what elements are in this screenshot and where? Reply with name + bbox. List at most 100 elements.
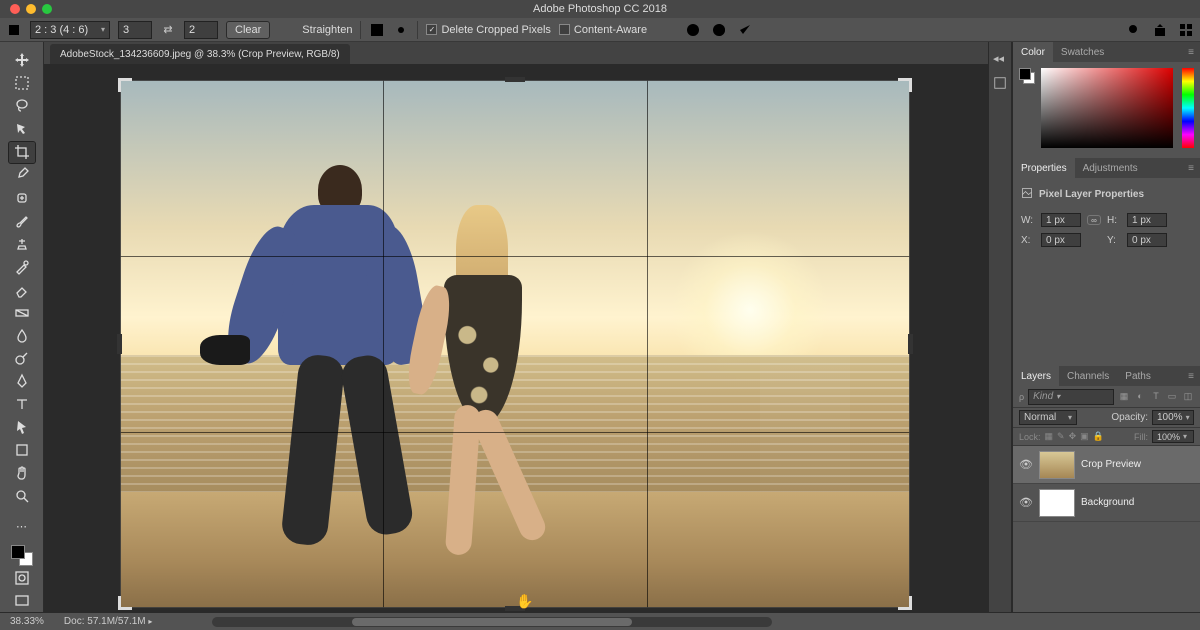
color-swatch-icon[interactable] bbox=[1019, 68, 1035, 84]
horizontal-scrollbar[interactable] bbox=[212, 617, 772, 627]
eraser-tool[interactable] bbox=[9, 279, 35, 300]
clear-button[interactable]: Clear bbox=[226, 21, 270, 39]
image-content bbox=[120, 80, 910, 608]
content-aware-checkbox[interactable]: Content-Aware bbox=[559, 24, 647, 36]
panel-menu-icon[interactable]: ≡ bbox=[1188, 163, 1200, 174]
path-select-tool[interactable] bbox=[9, 417, 35, 438]
crop-width-input[interactable] bbox=[118, 21, 152, 39]
pen-tool[interactable] bbox=[9, 371, 35, 392]
doc-info[interactable]: Doc: 57.1M/57.1M ▸ bbox=[64, 616, 153, 627]
lock-trans-icon[interactable]: ▦ bbox=[1045, 431, 1054, 442]
crop-tool[interactable] bbox=[9, 142, 35, 163]
tab-color[interactable]: Color bbox=[1013, 42, 1053, 62]
y-value[interactable]: 0 px bbox=[1127, 233, 1167, 247]
zoom-level[interactable]: 38.33% bbox=[10, 616, 44, 627]
delete-cropped-checkbox[interactable]: Delete Cropped Pixels bbox=[426, 24, 550, 36]
tab-properties[interactable]: Properties bbox=[1013, 158, 1075, 178]
x-value[interactable]: 0 px bbox=[1041, 233, 1081, 247]
layer-filter-kind[interactable]: Kind bbox=[1028, 389, 1114, 405]
blur-tool[interactable] bbox=[9, 325, 35, 346]
lock-artboard-icon[interactable]: ▣ bbox=[1080, 431, 1089, 442]
brush-tool[interactable] bbox=[9, 210, 35, 231]
filter-pixel-icon[interactable]: ▦ bbox=[1118, 391, 1130, 402]
layer-name: Background bbox=[1081, 497, 1134, 508]
h-value[interactable]: 1 px bbox=[1127, 213, 1167, 227]
tab-swatches[interactable]: Swatches bbox=[1053, 42, 1112, 62]
lasso-tool[interactable] bbox=[9, 96, 35, 117]
color-field[interactable] bbox=[1041, 68, 1173, 148]
zoom-tool[interactable] bbox=[9, 486, 35, 507]
edit-toolbar-icon[interactable]: ⋯ bbox=[9, 516, 35, 537]
crop-tool-preset-icon[interactable] bbox=[6, 22, 22, 38]
swap-dimensions-icon[interactable]: ⇄ bbox=[160, 22, 176, 38]
crop-frame[interactable] bbox=[120, 80, 910, 608]
quick-mask-icon[interactable] bbox=[9, 568, 35, 589]
layer-item[interactable]: 👁 Background bbox=[1013, 484, 1200, 522]
tab-layers[interactable]: Layers bbox=[1013, 366, 1059, 386]
clone-stamp-tool[interactable] bbox=[9, 233, 35, 254]
crop-grid-line bbox=[647, 80, 648, 608]
collapse-panels-icon[interactable]: ◂◂ bbox=[993, 52, 1007, 66]
crop-handle-left[interactable] bbox=[117, 334, 122, 354]
commit-crop-icon[interactable] bbox=[737, 22, 753, 38]
cancel-crop-icon[interactable] bbox=[711, 22, 727, 38]
tab-paths[interactable]: Paths bbox=[1117, 366, 1159, 386]
move-tool[interactable] bbox=[9, 50, 35, 71]
filter-smart-icon[interactable]: ◫ bbox=[1182, 391, 1194, 402]
history-brush-tool[interactable] bbox=[9, 256, 35, 277]
crop-height-input[interactable] bbox=[184, 21, 218, 39]
gradient-tool[interactable] bbox=[9, 302, 35, 323]
crop-options-gear-icon[interactable] bbox=[393, 22, 409, 38]
status-bar: 38.33% Doc: 57.1M/57.1M ▸ bbox=[0, 612, 1200, 630]
crop-handle-bl[interactable] bbox=[118, 596, 132, 610]
marquee-tool[interactable] bbox=[9, 73, 35, 94]
crop-handle-tr[interactable] bbox=[898, 78, 912, 92]
screen-mode-icon[interactable] bbox=[9, 591, 35, 612]
workspace-icon[interactable] bbox=[1178, 22, 1194, 38]
hue-slider[interactable] bbox=[1182, 68, 1194, 148]
quick-select-tool[interactable] bbox=[9, 119, 35, 140]
type-tool[interactable] bbox=[9, 394, 35, 415]
tab-channels[interactable]: Channels bbox=[1059, 366, 1117, 386]
crop-handle-br[interactable] bbox=[898, 596, 912, 610]
panel-menu-icon[interactable]: ≡ bbox=[1188, 47, 1200, 58]
foreground-background-swatch[interactable] bbox=[11, 545, 33, 566]
panel-menu-icon[interactable]: ≡ bbox=[1188, 371, 1200, 382]
search-icon[interactable] bbox=[1126, 22, 1142, 38]
crop-handle-tl[interactable] bbox=[118, 78, 132, 92]
visibility-eye-icon[interactable]: 👁 bbox=[1019, 458, 1033, 472]
canvas[interactable]: ✋ bbox=[44, 64, 988, 612]
visibility-eye-icon[interactable]: 👁 bbox=[1019, 496, 1033, 510]
filter-adjust-icon[interactable]: ◐ bbox=[1134, 391, 1146, 402]
close-window-button[interactable] bbox=[10, 4, 20, 14]
tab-adjustments[interactable]: Adjustments bbox=[1075, 158, 1146, 178]
dodge-tool[interactable] bbox=[9, 348, 35, 369]
eyedropper-tool[interactable] bbox=[9, 165, 35, 186]
lock-image-icon[interactable]: ✎ bbox=[1057, 431, 1065, 442]
w-value[interactable]: 1 px bbox=[1041, 213, 1081, 227]
history-panel-icon[interactable] bbox=[993, 76, 1007, 90]
straighten-icon[interactable] bbox=[278, 22, 294, 38]
lock-pos-icon[interactable]: ✥ bbox=[1069, 431, 1077, 442]
crop-handle-top[interactable] bbox=[505, 77, 525, 82]
crop-handle-right[interactable] bbox=[908, 334, 913, 354]
minimize-window-button[interactable] bbox=[26, 4, 36, 14]
healing-brush-tool[interactable] bbox=[9, 188, 35, 209]
filter-shape-icon[interactable]: ▭ bbox=[1166, 391, 1178, 402]
document-tab[interactable]: AdobeStock_134236609.jpeg @ 38.3% (Crop … bbox=[50, 44, 350, 64]
filter-type-icon[interactable]: T bbox=[1150, 391, 1162, 402]
overlay-options-icon[interactable] bbox=[369, 22, 385, 38]
fill-input[interactable]: 100% bbox=[1152, 430, 1194, 443]
opacity-input[interactable]: 100% bbox=[1152, 410, 1194, 425]
blend-mode-dropdown[interactable]: Normal bbox=[1019, 410, 1077, 425]
ratio-preset-dropdown[interactable]: 2 : 3 (4 : 6) bbox=[30, 21, 110, 39]
properties-title: Pixel Layer Properties bbox=[1039, 189, 1144, 200]
link-wh-icon[interactable]: ∞ bbox=[1087, 215, 1101, 225]
lock-all-icon[interactable]: 🔒 bbox=[1093, 431, 1104, 442]
share-icon[interactable] bbox=[1152, 22, 1168, 38]
hand-tool[interactable] bbox=[9, 463, 35, 484]
shape-tool[interactable] bbox=[9, 440, 35, 461]
layer-item[interactable]: 👁 Crop Preview bbox=[1013, 446, 1200, 484]
maximize-window-button[interactable] bbox=[42, 4, 52, 14]
reset-crop-icon[interactable] bbox=[685, 22, 701, 38]
